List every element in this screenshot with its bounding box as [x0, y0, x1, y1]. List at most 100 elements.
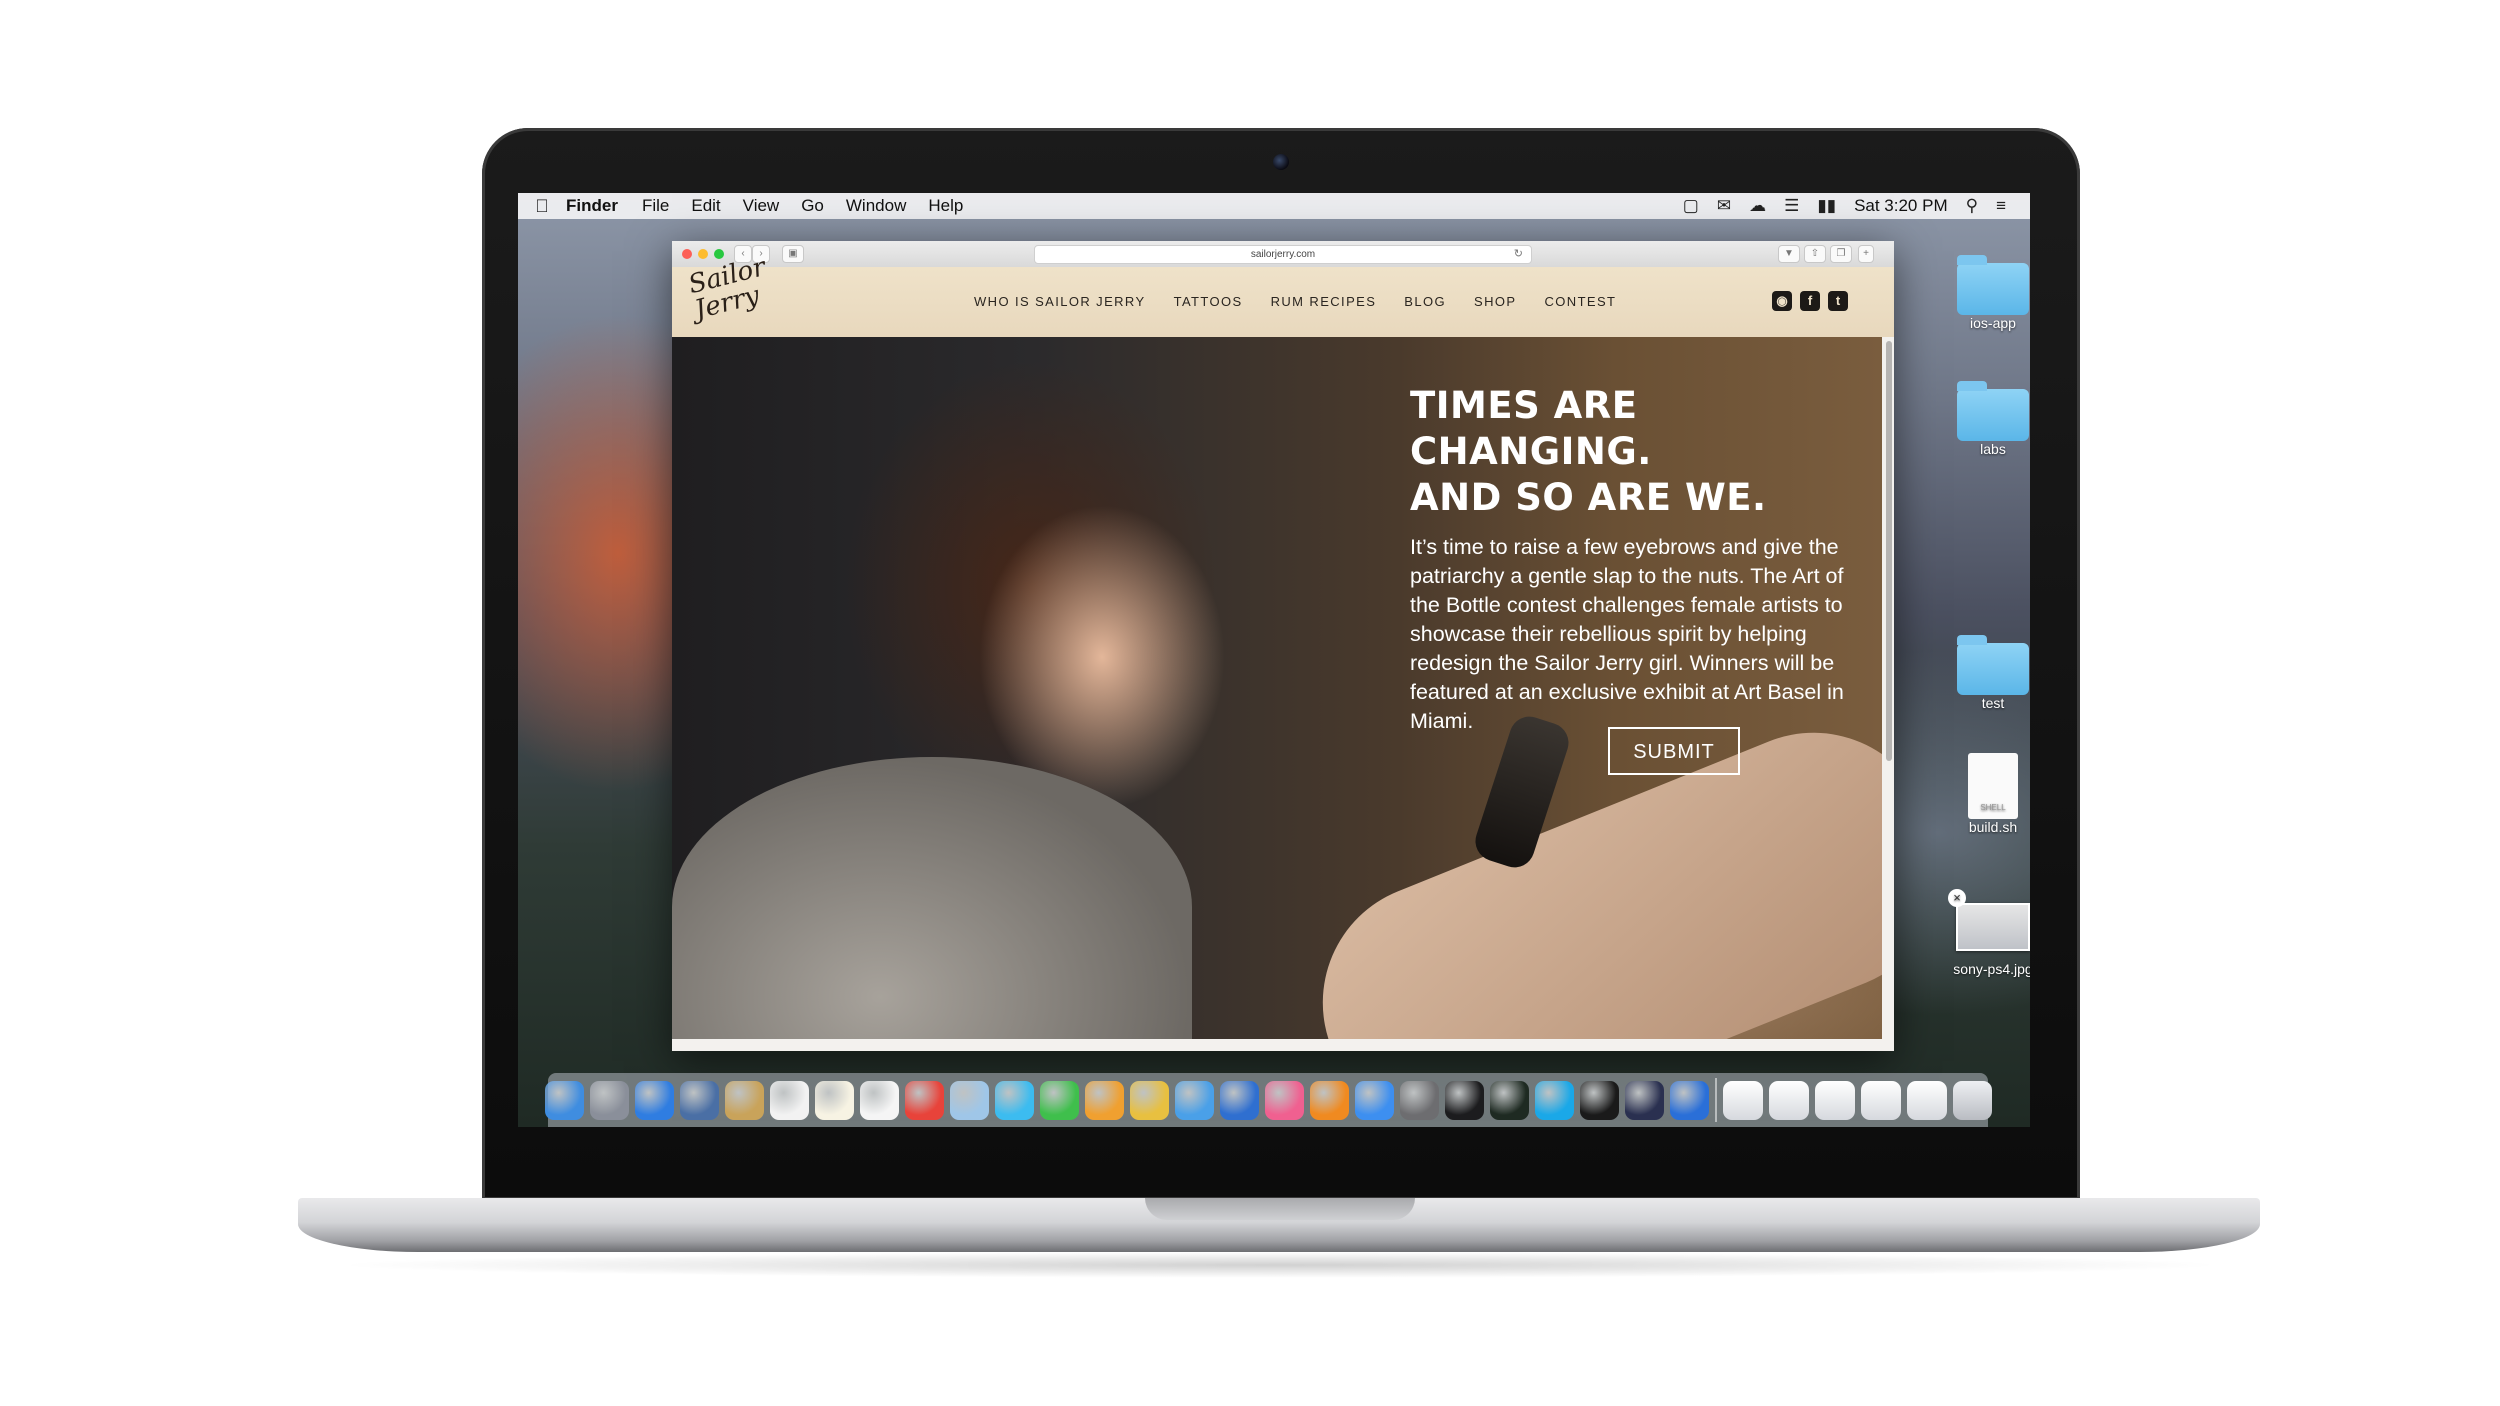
- dock-stack-icon[interactable]: [1906, 1080, 1947, 1120]
- menu-view[interactable]: View: [743, 196, 780, 216]
- wifi-icon[interactable]: ☰: [1784, 196, 1799, 216]
- dock-stack-icon[interactable]: [1768, 1080, 1809, 1120]
- dock-app-icon[interactable]: [1264, 1080, 1304, 1120]
- dock-app-icon[interactable]: [724, 1080, 764, 1120]
- nav-contest[interactable]: CONTEST: [1544, 294, 1616, 309]
- page-bottom-strip: [672, 1039, 1894, 1051]
- dock-stack-icon[interactable]: [1722, 1080, 1763, 1120]
- dock-separator: [1714, 1078, 1717, 1122]
- menu-help[interactable]: Help: [928, 196, 963, 216]
- dock-app-icon[interactable]: [769, 1080, 809, 1120]
- page-scrollbar[interactable]: [1886, 341, 1892, 761]
- dock-app-icon[interactable]: [1129, 1080, 1169, 1120]
- dock-app-icon[interactable]: [1489, 1080, 1529, 1120]
- submit-button[interactable]: SUBMIT: [1608, 727, 1740, 775]
- share-icon[interactable]: ⇧: [1804, 245, 1826, 263]
- notification-center-icon[interactable]: ≡: [1996, 196, 2006, 216]
- hero-headline-line-1: TIMES ARE CHANGING.: [1410, 384, 1652, 473]
- nav-shop[interactable]: SHOP: [1474, 294, 1516, 309]
- folder-icon: [1957, 255, 2029, 315]
- dock-app-icon[interactable]: [1354, 1080, 1394, 1120]
- desktop-file-build-sh[interactable]: SHELL build.sh: [1938, 753, 2030, 835]
- menu-file[interactable]: File: [642, 196, 669, 216]
- twitter-icon[interactable]: t: [1828, 291, 1848, 311]
- menu-edit[interactable]: Edit: [691, 196, 720, 216]
- dock-app-icon[interactable]: [1534, 1080, 1574, 1120]
- hero-banner: TIMES ARE CHANGING. AND SO ARE WE. It’s …: [672, 337, 1882, 1039]
- dock-app-icon[interactable]: [1444, 1080, 1484, 1120]
- notification-bell-icon[interactable]: ✉: [1717, 196, 1731, 216]
- apple-menu-icon[interactable]: : [518, 196, 566, 217]
- menu-bar:  Finder File Edit View Go Window Help ▢…: [518, 193, 2030, 219]
- site-nav: WHO IS SAILOR JERRY TATTOOS RUM RECIPES …: [974, 294, 1616, 309]
- dock-app-icon[interactable]: [634, 1080, 674, 1120]
- clock[interactable]: Sat 3:20 PM: [1854, 196, 1948, 216]
- dock-stack-icon[interactable]: [1860, 1080, 1901, 1120]
- reload-icon[interactable]: ↻: [1514, 246, 1523, 263]
- minimize-window-icon[interactable]: [698, 249, 708, 259]
- dock-app-icon[interactable]: [1624, 1080, 1664, 1120]
- screen-record-icon[interactable]: ▢: [1683, 196, 1699, 216]
- desktop-icon-label: ios-app: [1970, 315, 2016, 331]
- site-header: Sailor Jerry WHO IS SAILOR JERRY TATTOOS…: [672, 252, 1894, 337]
- laptop-notch: [1145, 1198, 1415, 1220]
- desktop-icon-label: sony-ps4.jpg: [1953, 961, 2030, 977]
- tabs-overview-icon[interactable]: ❐: [1830, 245, 1852, 263]
- dock-app-icon[interactable]: [544, 1080, 584, 1120]
- close-window-icon[interactable]: [682, 249, 692, 259]
- desktop-folder-test[interactable]: test: [1938, 635, 2030, 711]
- dock-app-icon[interactable]: [1399, 1080, 1439, 1120]
- dock-app-icon[interactable]: [1309, 1080, 1349, 1120]
- laptop-shadow: [330, 1252, 2230, 1278]
- dock-stack-icon[interactable]: [1814, 1080, 1855, 1120]
- cloud-app-icon[interactable]: ☁: [1749, 196, 1766, 216]
- zoom-window-icon[interactable]: [714, 249, 724, 259]
- battery-icon[interactable]: ▮▮: [1817, 196, 1836, 216]
- desktop-file-sony-ps4[interactable]: × sony-ps4.jpg: [1938, 889, 2030, 977]
- hero-body-text: It’s time to raise a few eyebrows and gi…: [1410, 535, 1844, 733]
- desktop-icon-label: test: [1981, 695, 2005, 711]
- desktop-folder-labs[interactable]: labs: [1938, 381, 2030, 457]
- nav-blog[interactable]: BLOG: [1404, 294, 1446, 309]
- dock-app-icon[interactable]: [589, 1080, 629, 1120]
- dock: [544, 1073, 1992, 1127]
- social-links: ◉ f t: [1772, 291, 1848, 311]
- trash-icon[interactable]: [1952, 1080, 1992, 1120]
- dock-app-icon[interactable]: [949, 1080, 989, 1120]
- nav-who-is-sailor-jerry[interactable]: WHO IS SAILOR JERRY: [974, 294, 1146, 309]
- nav-tattoos[interactable]: TATTOOS: [1174, 294, 1243, 309]
- menu-go[interactable]: Go: [801, 196, 824, 216]
- folder-icon: [1957, 381, 2029, 441]
- dock-app-icon[interactable]: [1084, 1080, 1124, 1120]
- menu-app-name[interactable]: Finder: [566, 196, 618, 216]
- hero-photo-shirt: [672, 757, 1192, 1039]
- close-icon[interactable]: ×: [1948, 889, 1966, 907]
- hero-photo-arm: [1286, 696, 1882, 1039]
- dock-app-icon[interactable]: [679, 1080, 719, 1120]
- url-text: sailorjerry.com: [1250, 249, 1316, 260]
- folder-icon: [1957, 635, 2029, 695]
- hero-headline-line-2: AND SO ARE WE.: [1410, 476, 1767, 519]
- new-tab-button[interactable]: +: [1858, 245, 1874, 263]
- dock-app-icon[interactable]: [1219, 1080, 1259, 1120]
- dock-app-icon[interactable]: [859, 1080, 899, 1120]
- dock-app-icon[interactable]: [1039, 1080, 1079, 1120]
- dock-app-icon[interactable]: [814, 1080, 854, 1120]
- download-icon[interactable]: ▼: [1778, 245, 1800, 263]
- facebook-icon[interactable]: f: [1800, 291, 1820, 311]
- desktop-icon-label: labs: [1980, 441, 2006, 457]
- hero-copy: TIMES ARE CHANGING. AND SO ARE WE. It’s …: [1410, 383, 1880, 736]
- dock-app-icon[interactable]: [904, 1080, 944, 1120]
- dock-app-icon[interactable]: [1174, 1080, 1214, 1120]
- status-area: ▢ ✉ ☁ ☰ ▮▮ Sat 3:20 PM ⚲ ≡: [1683, 196, 2030, 216]
- address-bar[interactable]: sailorjerry.com ↻: [1034, 245, 1532, 264]
- dock-app-icon[interactable]: [994, 1080, 1034, 1120]
- desktop-folder-ios-app[interactable]: ios-app: [1938, 255, 2030, 331]
- spotlight-search-icon[interactable]: ⚲: [1966, 196, 1978, 216]
- instagram-icon[interactable]: ◉: [1772, 291, 1792, 311]
- nav-rum-recipes[interactable]: RUM RECIPES: [1271, 294, 1377, 309]
- dock-app-icon[interactable]: [1579, 1080, 1619, 1120]
- camera-icon: [1273, 154, 1289, 170]
- dock-app-icon[interactable]: [1669, 1080, 1709, 1120]
- menu-window[interactable]: Window: [846, 196, 906, 216]
